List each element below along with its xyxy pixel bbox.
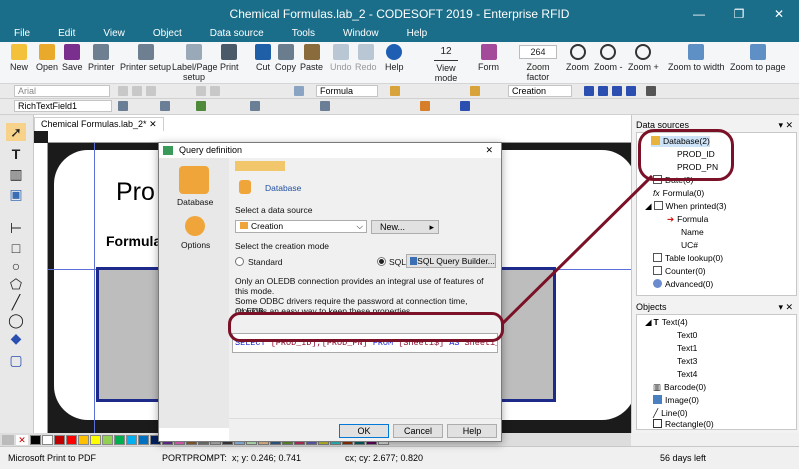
- callout-connector: [500, 174, 654, 326]
- callout-line: [500, 174, 654, 326]
- app-window: Chemical Formulas.lab_2 - CODESOFT 2019 …: [0, 0, 799, 469]
